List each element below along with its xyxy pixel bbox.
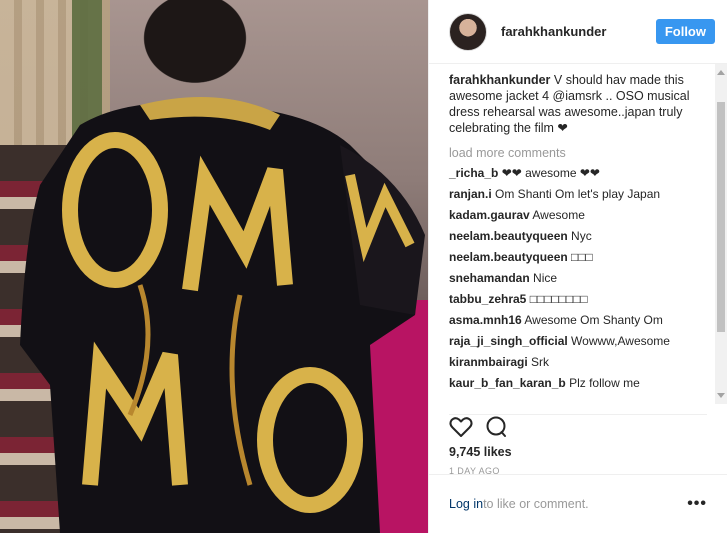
post-caption: farahkhankunder V should hav made this a… [449,72,699,136]
post-actions: 9,745 likes 1 DAY AGO [449,414,707,476]
comment-text: ❤❤ awesome ❤❤ [498,166,600,180]
likes-count[interactable]: 9,745 likes [449,445,707,459]
login-prompt-text: to like or comment. [483,497,589,511]
comment-username[interactable]: tabbu_zehra5 [449,292,526,306]
comment-text: Om Shanti Om let's play Japan [491,187,661,201]
comment-row: tabbu_zehra5 □□□□□□□□ [449,291,716,307]
comment-username[interactable]: neelam.beautyqueen [449,250,568,264]
comment-row: kiranmbairagi Srk [449,354,716,370]
comment-row: kadam.gaurav Awesome [449,207,716,223]
comment-text: Plz follow me [565,376,640,390]
instagram-post: farahkhankunder Follow farahkhankunder V… [0,0,727,533]
comment-row: kaur_b_fan_karan_b Plz follow me [449,375,716,391]
action-icons [449,413,707,441]
comment-row: neelam.beautyqueen □□□ [449,249,716,265]
comment-username[interactable]: asma.mnh16 [449,313,522,327]
scroll-down-arrow-icon[interactable] [717,393,725,398]
comment-text: Awesome [529,208,585,222]
comment-username[interactable]: kaur_b_fan_karan_b [449,376,566,390]
comment-container: _richa_b ❤❤ awesome ❤❤ ranjan.i Om Shanti… [449,165,716,391]
heart-icon[interactable] [449,416,473,438]
comment-row: _richa_b ❤❤ awesome ❤❤ [449,165,716,181]
comment-text: Nyc [567,229,592,243]
more-options-icon[interactable]: ••• [687,495,707,513]
comment-username[interactable]: _richa_b [449,166,498,180]
comment-username[interactable]: ranjan.i [449,187,492,201]
photo-head [130,0,260,95]
scrollbar-thumb[interactable] [717,102,725,332]
follow-button[interactable]: Follow [655,19,715,44]
post-header: farahkhankunder Follow [429,0,727,64]
comment-username[interactable]: neelam.beautyqueen [449,229,568,243]
comment-text: Nice [529,271,558,285]
avatar[interactable] [449,12,487,51]
comments-list: farahkhankunder V should hav made this a… [429,64,716,404]
login-prompt: Log in to like or comment. ••• [429,474,727,533]
sequin-jacket [20,97,425,533]
scroll-up-arrow-icon[interactable] [717,70,725,75]
comments-scrollbar[interactable] [715,64,727,404]
comment-row: snehamandan Nice [449,270,716,286]
comment-icon[interactable] [485,416,507,438]
comment-text: Wowww,Awesome [567,334,670,348]
post-side-panel: farahkhankunder Follow farahkhankunder V… [428,0,727,533]
comment-row: neelam.beautyqueen Nyc [449,228,716,244]
comment-row: asma.mnh16 Awesome Om Shanty Om [449,312,716,328]
comment-username[interactable]: raja_ji_singh_official [449,334,568,348]
comment-row: ranjan.i Om Shanti Om let's play Japan [449,186,716,202]
comment-username[interactable]: snehamandan [449,271,530,285]
comment-text: Srk [527,355,550,369]
comment-text: □□□ [567,250,593,264]
caption-username[interactable]: farahkhankunder [449,73,550,87]
comment-username[interactable]: kiranmbairagi [449,355,528,369]
comment-text: Awesome Om Shanty Om [521,313,663,327]
post-photo[interactable] [0,0,428,533]
load-more-comments-link[interactable]: load more comments [449,146,716,160]
header-username[interactable]: farahkhankunder [501,24,656,39]
comment-username[interactable]: kadam.gaurav [449,208,530,222]
login-link[interactable]: Log in [449,497,483,511]
comment-text: □□□□□□□□ [526,292,588,306]
comment-row: raja_ji_singh_official Wowww,Awesome [449,333,716,349]
